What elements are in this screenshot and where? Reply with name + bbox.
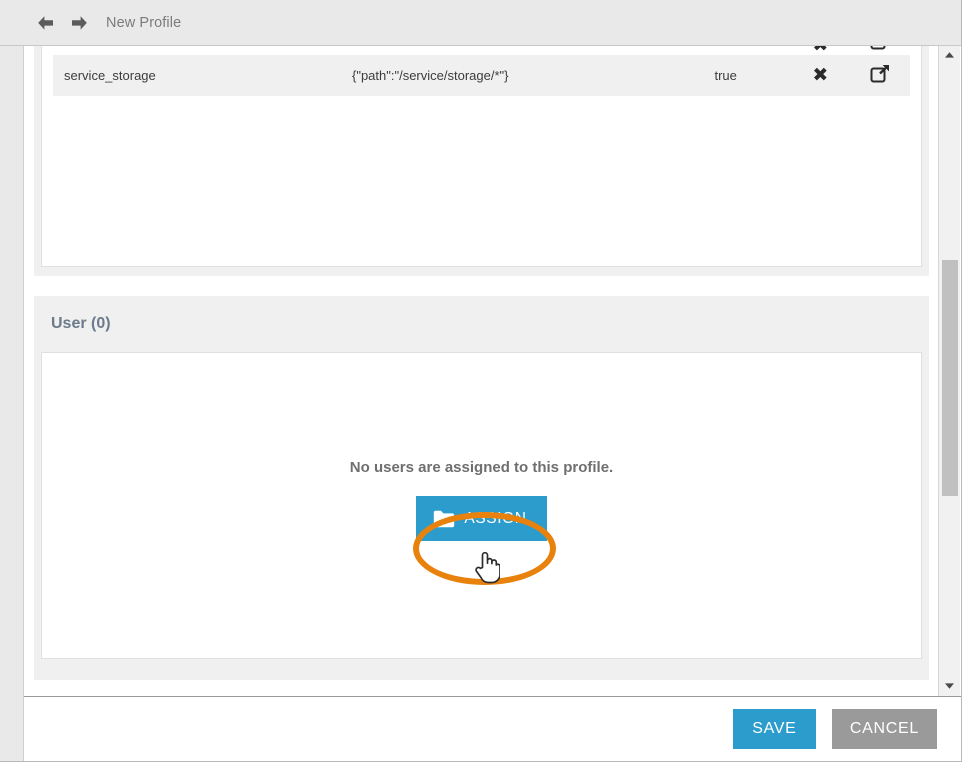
folder-icon (434, 510, 455, 527)
scroll-up-button[interactable] (939, 46, 960, 63)
scrollbar-thumb[interactable] (942, 260, 958, 496)
empty-state: No users are assigned to this profile. A… (42, 459, 921, 541)
close-x-icon: ✖ (812, 64, 829, 86)
permissions-table: ✖ service_storage {"pa (42, 46, 921, 96)
delete-row-button[interactable]: ✖ (790, 66, 850, 85)
scroll-content-area: ✖ service_storage {"pa (24, 46, 939, 696)
table-row[interactable]: ✖ (53, 46, 910, 55)
assign-button[interactable]: ASSIGN (416, 496, 547, 541)
triangle-down-icon (945, 682, 954, 689)
close-x-icon: ✖ (812, 46, 828, 55)
cell-value: {"path":"/service/storage/*"} (351, 68, 509, 83)
empty-state-message: No users are assigned to this profile. (349, 459, 614, 476)
delete-row-button[interactable]: ✖ (790, 46, 850, 55)
triangle-up-icon (945, 51, 954, 58)
arrow-right-icon (71, 15, 87, 30)
page-title: New Profile (106, 14, 182, 31)
forward-button[interactable] (68, 12, 90, 34)
user-panel: User (0) No users are assigned to this p… (34, 296, 929, 680)
open-row-button[interactable] (850, 63, 910, 88)
external-link-icon (870, 46, 886, 50)
assign-button-label: ASSIGN (464, 509, 527, 527)
open-row-button[interactable] (850, 46, 910, 55)
arrow-left-icon (37, 15, 53, 30)
table-row[interactable]: service_storage {"path":"/service/storag… (53, 55, 910, 96)
vertical-scrollbar[interactable] (938, 46, 960, 696)
scroll-down-button[interactable] (939, 677, 960, 694)
footer-action-bar: SAVE CANCEL (24, 696, 961, 761)
cell-name: service_storage (64, 68, 156, 83)
user-section-title: User (0) (51, 315, 111, 332)
user-list-container: No users are assigned to this profile. A… (41, 352, 922, 659)
permissions-table-container: ✖ service_storage {"pa (41, 46, 922, 267)
cell-flag: true (714, 68, 737, 83)
cancel-button[interactable]: CANCEL (831, 709, 937, 749)
save-button[interactable]: SAVE (732, 709, 816, 749)
application-window: New Profile ✖ (0, 0, 962, 762)
back-button[interactable] (34, 12, 56, 34)
permissions-panel: ✖ service_storage {"pa (34, 46, 929, 276)
top-navigation-bar: New Profile (0, 0, 961, 46)
external-link-icon (870, 64, 890, 83)
left-gutter (0, 46, 24, 761)
